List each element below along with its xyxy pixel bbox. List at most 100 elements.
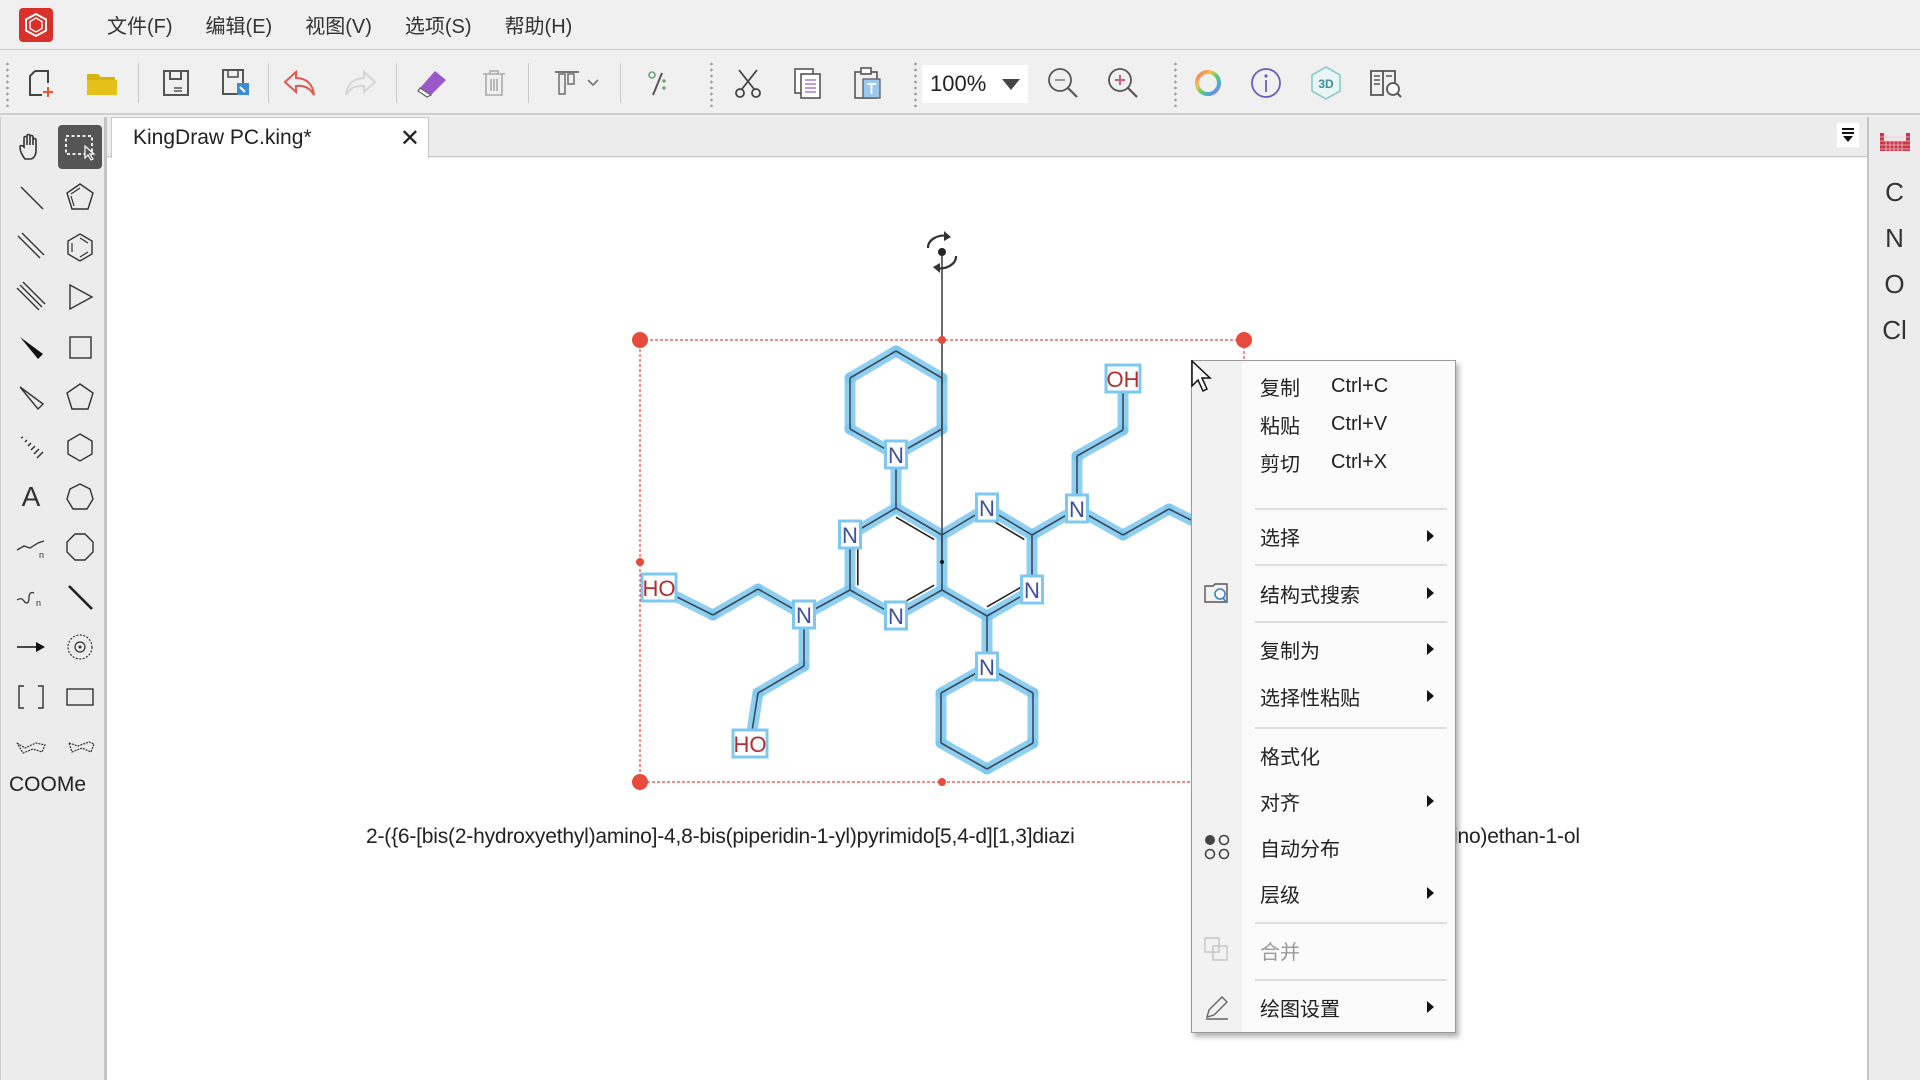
new-document-button[interactable] [20,61,64,105]
chair-left-tool[interactable] [9,725,53,769]
zoom-level-value: 100% [930,71,987,96]
element-c-button[interactable]: C [1869,177,1920,208]
benzene-tool[interactable] [58,225,102,269]
cyclopentadiene-tool[interactable] [58,175,102,219]
paste-button[interactable] [846,61,890,105]
hollow-wedge-tool[interactable] [9,375,53,419]
text-tool[interactable]: A [9,475,53,519]
select-rectangle-tool[interactable] [58,125,102,169]
periodic-table-button[interactable] [1869,129,1920,160]
pentagon-ring-tool[interactable] [58,375,102,419]
triangle-ring-tool[interactable] [58,275,102,319]
menu-item-structure-search[interactable]: 结构式搜索 [1192,574,1455,612]
menu-help[interactable]: 帮助(H) [505,10,573,39]
menu-item-auto-distribute[interactable]: 自动分布 [1192,828,1455,866]
menu-view[interactable]: 视图(V) [305,10,372,39]
align-dropdown-button[interactable] [548,61,608,105]
menu-item-copy-as[interactable]: 复制为 [1192,630,1455,668]
submenu-arrow-icon [1427,887,1434,899]
menu-item-cut[interactable]: 剪切 Ctrl+X [1192,443,1455,481]
element-n-button[interactable]: N [1869,223,1920,254]
charge-button[interactable] [636,61,680,105]
orbital-tool[interactable] [58,625,102,669]
menu-item-format[interactable]: 格式化 [1192,736,1455,774]
tab-kingdraw-pc[interactable]: KingDraw PC.king* ✕ [111,117,429,158]
submenu-arrow-icon [1427,587,1434,599]
bold-bond-tool[interactable] [58,575,102,619]
menu-item-align[interactable]: 对齐 [1192,782,1455,820]
menu-separator [1255,508,1447,510]
menu-separator [1255,564,1447,566]
menu-edit[interactable]: 编辑(E) [206,10,273,39]
tab-list-dropdown[interactable] [1837,123,1859,147]
element-cl-button[interactable]: Cl [1869,315,1920,346]
library-search-button[interactable] [1364,61,1408,105]
menu-item-copy[interactable]: 复制 Ctrl+C [1192,367,1455,405]
zoom-out-button[interactable] [1041,61,1085,105]
chair-right-tool[interactable] [58,725,102,769]
hash-bond-tool[interactable] [9,425,53,469]
wavy-chain-tool[interactable]: n [9,575,53,619]
zoom-in-icon [1108,68,1138,98]
undo-icon [283,69,315,96]
eraser-icon [417,71,446,98]
menu-options[interactable]: 选项(S) [405,10,472,39]
menu-item-drawing-settings[interactable]: 绘图设置 [1192,988,1455,1026]
heptagon-ring-tool[interactable] [58,475,102,519]
drawing-canvas[interactable] [107,158,1867,1080]
copy-button[interactable] [786,61,830,105]
shortcut-copy: Ctrl+C [1331,374,1389,397]
save-button[interactable] [154,61,198,105]
triple-bond-tool[interactable] [9,275,53,319]
redo-button[interactable] [338,61,382,105]
rectangle-tool[interactable] [58,675,102,719]
zoom-level-select[interactable]: 100% [922,65,1028,103]
chain-tool[interactable]: n [9,525,53,569]
double-bond-icon [17,232,45,259]
hand-tool[interactable] [9,125,53,169]
marquee-select-icon [65,135,96,161]
menu-item-merge[interactable]: 合并 [1192,931,1455,969]
eraser-button[interactable] [410,61,454,105]
main-toolbar: 100% 3D [0,51,1920,115]
3d-view-button[interactable]: 3D [1304,61,1348,105]
cyclopentadiene-icon [66,183,94,210]
menu-separator [1255,922,1447,924]
menu-bar: 文件(F) 编辑(E) 视图(V) 选项(S) 帮助(H) [0,0,1920,50]
zoom-in-button[interactable] [1101,61,1145,105]
octagon-ring-tool[interactable] [58,525,102,569]
merge-icon [1200,933,1234,967]
close-icon[interactable]: ✕ [400,124,420,153]
redo-icon [345,69,377,96]
chair-conformer-left-icon [16,742,46,754]
delete-button[interactable] [472,61,516,105]
charge-icon [648,71,666,96]
arrow-tool[interactable] [9,625,53,669]
info-icon [1251,68,1281,98]
menu-file[interactable]: 文件(F) [107,10,173,39]
save-as-button[interactable] [214,61,258,105]
triangle-ring-icon [69,283,94,311]
info-button[interactable] [1244,61,1288,105]
single-bond-tool[interactable] [9,175,53,219]
square-ring-tool[interactable] [58,325,102,369]
submenu-arrow-icon [1427,690,1434,702]
hollow-wedge-icon [19,386,45,411]
toolbar-grip[interactable] [6,61,9,107]
hexagon-ring-tool[interactable] [58,425,102,469]
undo-button[interactable] [278,61,322,105]
hash-bond-icon [20,436,44,459]
menu-item-layer[interactable]: 层级 [1192,874,1455,912]
color-button[interactable] [1186,61,1230,105]
bracket-tool[interactable] [9,675,53,719]
cut-button[interactable] [726,61,770,105]
menu-item-paste-special[interactable]: 选择性粘贴 [1192,677,1455,715]
menu-item-select[interactable]: 选择 [1192,517,1455,555]
menu-item-paste[interactable]: 粘贴 Ctrl+V [1192,405,1455,443]
element-o-button[interactable]: O [1869,269,1920,300]
submenu-arrow-icon [1427,795,1434,807]
functional-group-template-button[interactable]: COOMe [9,773,86,797]
wedge-bond-tool[interactable] [9,325,53,369]
open-button[interactable] [80,61,124,105]
double-bond-tool[interactable] [9,225,53,269]
